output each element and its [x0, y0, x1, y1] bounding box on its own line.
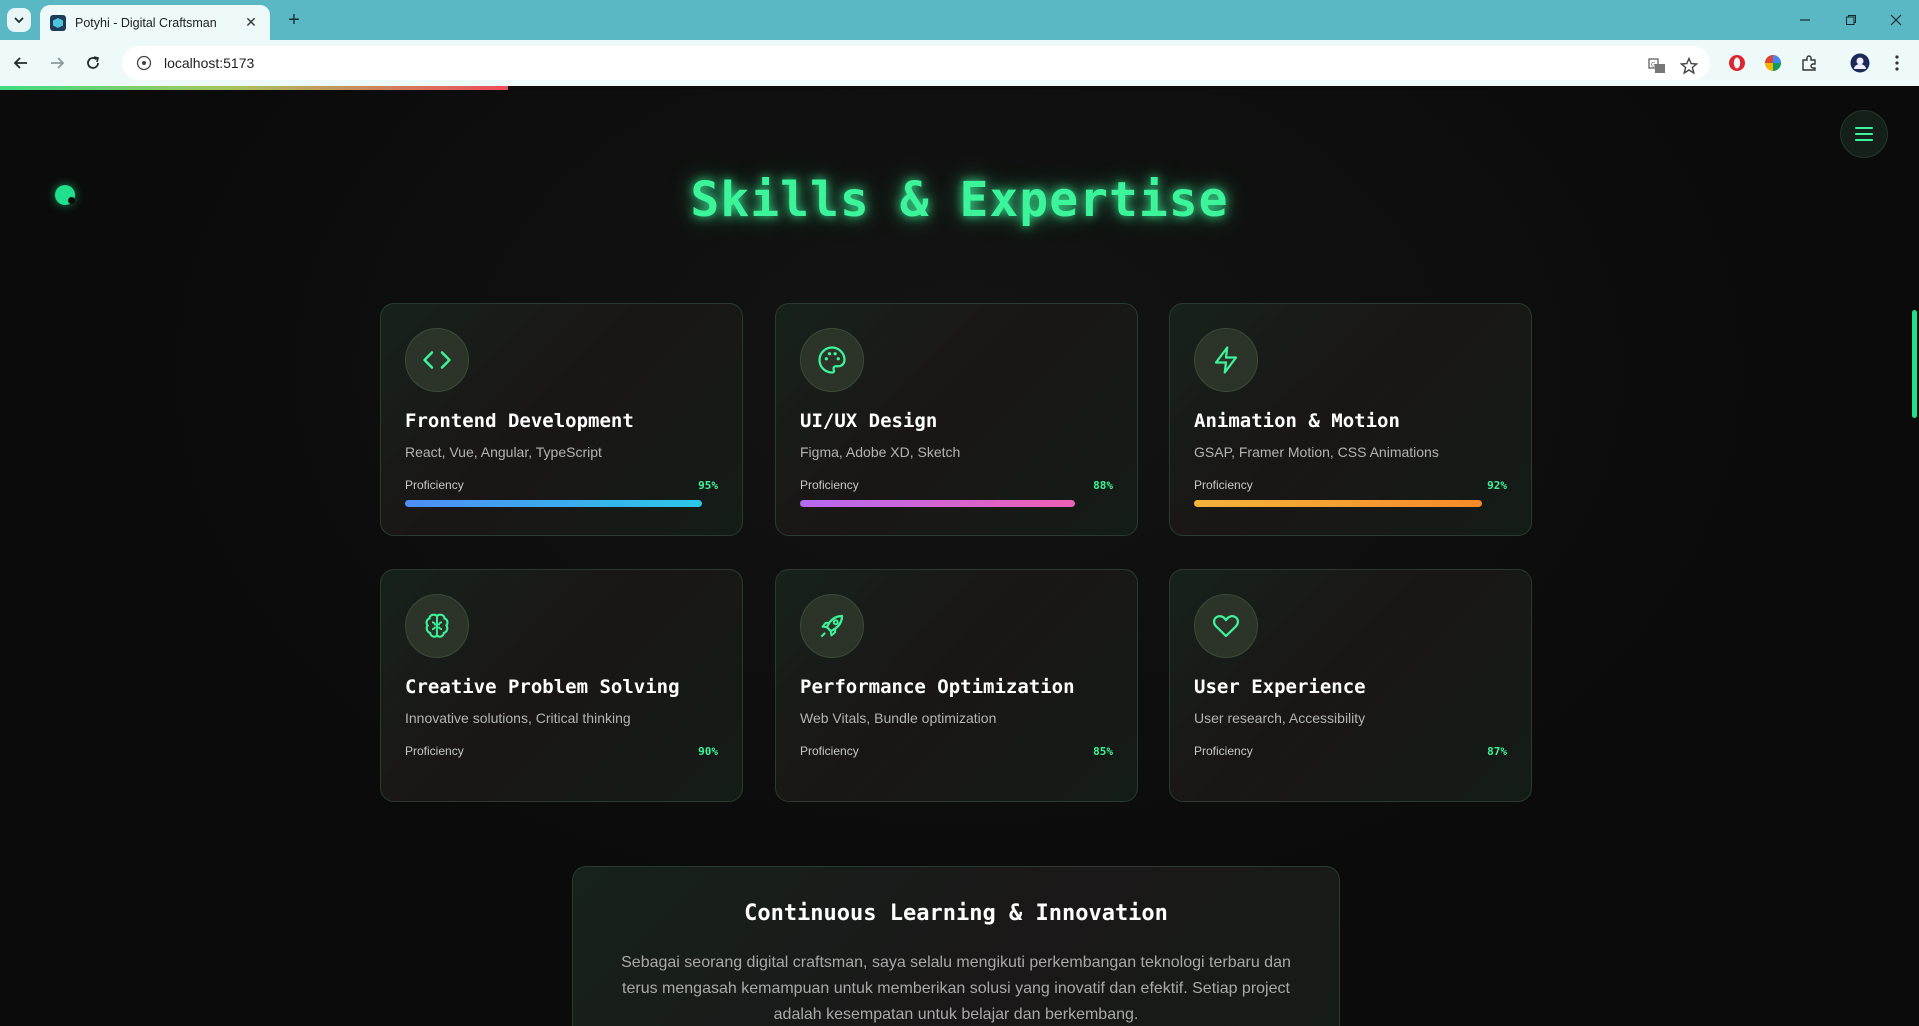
skill-tools: Web Vitals, Bundle optimization: [800, 710, 997, 726]
minimize-button[interactable]: [1782, 0, 1828, 40]
skill-tools: Innovative solutions, Critical thinking: [405, 710, 631, 726]
skill-card-performance[interactable]: Performance Optimization Web Vitals, Bun…: [775, 569, 1138, 802]
skill-card-animation[interactable]: Animation & Motion GSAP, Framer Motion, …: [1169, 303, 1532, 536]
learning-title: Continuous Learning & Innovation: [744, 901, 1168, 926]
proficiency-bar: [1194, 500, 1507, 507]
browser-tab[interactable]: Potyhi - Digital Craftsman ✕: [40, 5, 270, 40]
skill-tools: User research, Accessibility: [1194, 710, 1366, 726]
extension-opera-icon[interactable]: [1726, 52, 1748, 74]
forward-button[interactable]: [44, 50, 70, 76]
skill-name: User Experience: [1194, 676, 1366, 698]
address-bar[interactable]: localhost:5173 G: [122, 46, 1710, 80]
chevron-down-icon: [14, 17, 24, 24]
bookmark-star-icon[interactable]: [1678, 55, 1700, 77]
scrollbar-thumb[interactable]: [1912, 310, 1917, 418]
proficiency-bar-fill: [1194, 500, 1482, 507]
arrow-left-icon: [13, 57, 27, 69]
learning-card: Continuous Learning & Innovation Sebagai…: [572, 866, 1340, 1026]
skill-name: Frontend Development: [405, 410, 634, 432]
section-title: Skills & Expertise: [690, 172, 1229, 228]
skill-name: UI/UX Design: [800, 410, 938, 432]
proficiency-label: Proficiency: [800, 478, 859, 492]
heart-icon: [1194, 594, 1258, 658]
brain-icon: [405, 594, 469, 658]
skill-name: Performance Optimization: [800, 676, 1075, 698]
browser-tab-bar: Potyhi - Digital Craftsman ✕ +: [0, 0, 1919, 40]
back-button[interactable]: [8, 50, 34, 76]
profile-avatar-icon[interactable]: [1849, 52, 1871, 74]
skill-tools: GSAP, Framer Motion, CSS Animations: [1194, 444, 1439, 460]
proficiency-value: 95%: [698, 478, 718, 492]
url-text: localhost:5173: [164, 55, 255, 71]
arrow-right-icon: [51, 57, 65, 69]
proficiency-value: 85%: [1093, 744, 1113, 758]
learning-text: Sebagai seorang digital craftsman, saya …: [621, 954, 1291, 1023]
site-favicon-icon: [50, 14, 66, 31]
proficiency-label: Proficiency: [1194, 478, 1253, 492]
tab-close-icon[interactable]: ✕: [242, 14, 260, 31]
lightning-icon: [1194, 328, 1258, 392]
skill-tools: Figma, Adobe XD, Sketch: [800, 444, 961, 460]
restore-icon: [1846, 15, 1856, 25]
menu-button[interactable]: [1840, 110, 1888, 158]
tab-title: Potyhi - Digital Craftsman: [75, 15, 217, 30]
browser-menu-icon[interactable]: [1886, 52, 1908, 74]
proficiency-bar-fill: [405, 500, 703, 507]
site-info-icon[interactable]: [136, 55, 152, 71]
skill-card-problem-solving[interactable]: Creative Problem Solving Innovative solu…: [380, 569, 743, 802]
proficiency-value: 92%: [1487, 478, 1507, 492]
browser-toolbar: localhost:5173 G: [0, 40, 1919, 86]
proficiency-label: Proficiency: [405, 744, 464, 758]
extension-color-icon[interactable]: [1762, 52, 1784, 74]
proficiency-bar: [405, 766, 718, 773]
translate-icon[interactable]: G: [1646, 55, 1668, 77]
skill-card-uiux[interactable]: UI/UX Design Figma, Adobe XD, Sketch Pro…: [775, 303, 1138, 536]
tab-search-button[interactable]: [7, 8, 31, 32]
minimize-icon: [1800, 19, 1810, 21]
hamburger-icon: [1855, 127, 1873, 141]
svg-text:G: G: [1651, 62, 1656, 69]
proficiency-bar-fill: [800, 500, 1076, 507]
proficiency-label: Proficiency: [1194, 744, 1253, 758]
skill-card-frontend[interactable]: Frontend Development React, Vue, Angular…: [380, 303, 743, 536]
proficiency-label: Proficiency: [800, 744, 859, 758]
proficiency-bar: [405, 500, 718, 507]
proficiency-label: Proficiency: [405, 478, 464, 492]
proficiency-value: 90%: [698, 744, 718, 758]
proficiency-bar: [800, 500, 1113, 507]
restore-button[interactable]: [1828, 0, 1874, 40]
proficiency-bar: [1194, 766, 1507, 773]
code-icon: [405, 328, 469, 392]
skill-tools: React, Vue, Angular, TypeScript: [405, 444, 602, 460]
proficiency-bar: [800, 766, 1113, 773]
extensions-puzzle-icon[interactable]: [1798, 52, 1820, 74]
new-tab-button[interactable]: +: [282, 8, 306, 32]
skill-name: Creative Problem Solving: [405, 676, 680, 698]
reload-icon: [87, 56, 99, 69]
skill-name: Animation & Motion: [1194, 410, 1400, 432]
rocket-icon: [800, 594, 864, 658]
page-viewport: Skills & Expertise Frontend Development …: [0, 90, 1919, 1026]
palette-icon: [800, 328, 864, 392]
close-icon: [1890, 14, 1902, 26]
proficiency-value: 87%: [1487, 744, 1507, 758]
skill-card-user-experience[interactable]: User Experience User research, Accessibi…: [1169, 569, 1532, 802]
proficiency-value: 88%: [1093, 478, 1113, 492]
close-window-button[interactable]: [1873, 0, 1919, 40]
reload-button[interactable]: [80, 50, 106, 76]
